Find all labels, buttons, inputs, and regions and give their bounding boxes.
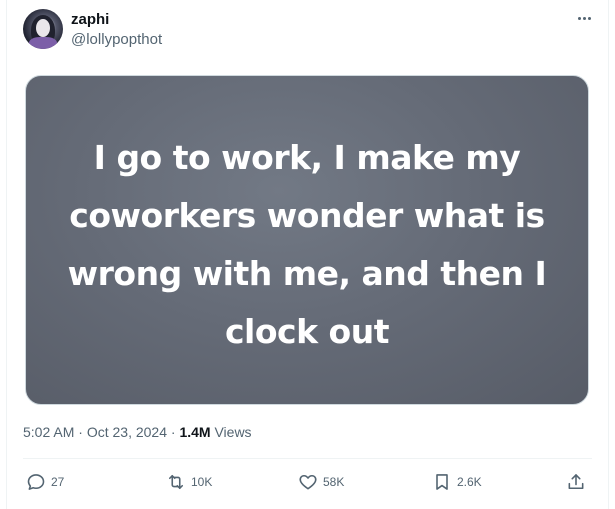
meta-separator: · (170, 424, 176, 440)
bookmark-icon (436, 474, 448, 490)
avatar-face (36, 19, 50, 37)
like-count: 58K (323, 475, 345, 489)
author-handle[interactable]: @lollypopthot (71, 31, 162, 49)
share-button[interactable] (566, 470, 586, 494)
bookmark-count: 2.6K (457, 475, 482, 489)
bookmark-button[interactable]: 2.6K (432, 470, 482, 494)
views-label: Views (214, 424, 252, 440)
divider (23, 458, 592, 459)
reply-icon (27, 474, 45, 490)
tweet-meta: 5:02 AM · Oct 23, 2024 · 1.4M Views (23, 423, 252, 441)
more-dot (582, 16, 586, 20)
tweet-media-image[interactable]: I go to work, I make my coworkers wonder… (25, 75, 589, 405)
tweet-card: zaphi @lollypopthot I go to work, I make… (6, 0, 609, 509)
heart-icon (299, 474, 317, 490)
action-bar: 27 10K 58K 2.6K (7, 470, 608, 494)
like-button[interactable]: 58K (298, 470, 344, 494)
tweet-date[interactable]: Oct 23, 2024 (87, 424, 167, 440)
repost-count: 10K (191, 475, 213, 489)
repost-button[interactable]: 10K (166, 470, 212, 494)
reply-button[interactable]: 27 (26, 470, 64, 494)
tweet-time[interactable]: 5:02 AM (23, 424, 74, 440)
repost-icon (168, 474, 184, 490)
more-dot (587, 16, 591, 20)
author-display-name[interactable]: zaphi (71, 11, 109, 29)
avatar-shirt (29, 37, 57, 49)
views-count: 1.4M (179, 424, 211, 440)
avatar[interactable] (23, 9, 63, 49)
reply-count: 27 (51, 475, 65, 489)
media-caption-text: I go to work, I make my coworkers wonder… (67, 138, 547, 351)
meta-separator: · (78, 424, 83, 440)
share-icon (568, 474, 584, 490)
more-options-button[interactable] (574, 10, 594, 26)
more-horizontal-icon (577, 16, 581, 20)
